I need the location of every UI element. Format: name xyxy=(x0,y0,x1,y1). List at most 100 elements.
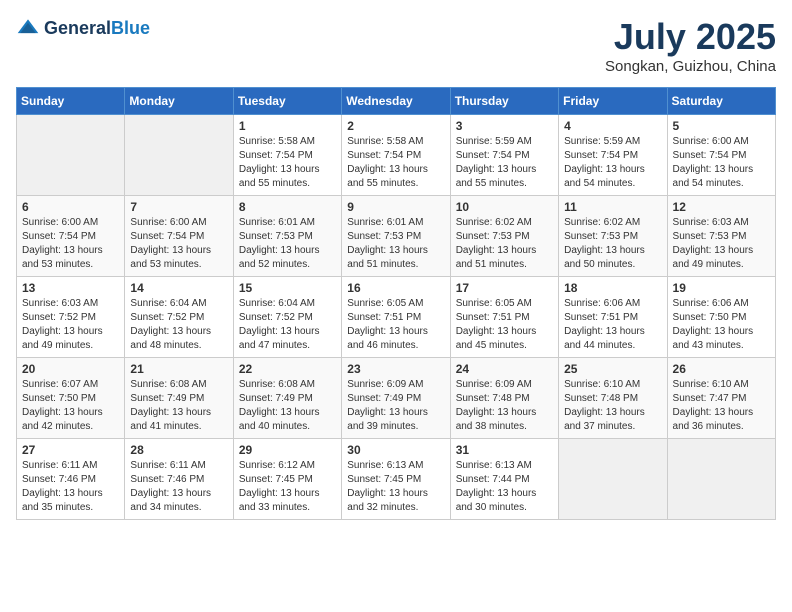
day-info: Sunrise: 6:09 AM Sunset: 7:49 PM Dayligh… xyxy=(347,378,444,434)
calendar-cell: 29 Sunrise: 6:12 AM Sunset: 7:45 PM Dayl… xyxy=(233,439,341,520)
day-info: Sunrise: 6:01 AM Sunset: 7:53 PM Dayligh… xyxy=(239,216,336,272)
sunset-text: Sunset: 7:54 PM xyxy=(239,150,313,161)
day-info: Sunrise: 6:02 AM Sunset: 7:53 PM Dayligh… xyxy=(456,216,553,272)
sunrise-text: Sunrise: 6:02 AM xyxy=(456,217,532,228)
sunrise-text: Sunrise: 6:00 AM xyxy=(673,136,749,147)
daylight-text: Daylight: 13 hours and 36 minutes. xyxy=(673,407,754,432)
calendar-cell: 6 Sunrise: 6:00 AM Sunset: 7:54 PM Dayli… xyxy=(17,196,125,277)
day-number: 16 xyxy=(347,281,444,295)
location-title: Songkan, Guizhou, China xyxy=(605,58,776,75)
sunset-text: Sunset: 7:49 PM xyxy=(239,393,313,404)
calendar-cell: 25 Sunrise: 6:10 AM Sunset: 7:48 PM Dayl… xyxy=(559,358,667,439)
calendar-cell: 26 Sunrise: 6:10 AM Sunset: 7:47 PM Dayl… xyxy=(667,358,775,439)
weekday-header-monday: Monday xyxy=(125,88,233,115)
day-info: Sunrise: 6:05 AM Sunset: 7:51 PM Dayligh… xyxy=(456,297,553,353)
calendar-week-row: 27 Sunrise: 6:11 AM Sunset: 7:46 PM Dayl… xyxy=(17,439,776,520)
calendar-header-row: SundayMondayTuesdayWednesdayThursdayFrid… xyxy=(17,88,776,115)
sunrise-text: Sunrise: 6:11 AM xyxy=(130,460,205,471)
day-number: 23 xyxy=(347,362,444,376)
sunrise-text: Sunrise: 5:58 AM xyxy=(239,136,315,147)
sunset-text: Sunset: 7:54 PM xyxy=(347,150,421,161)
weekday-header-friday: Friday xyxy=(559,88,667,115)
day-number: 2 xyxy=(347,119,444,133)
logo: GeneralBlue xyxy=(16,16,150,40)
calendar-cell: 30 Sunrise: 6:13 AM Sunset: 7:45 PM Dayl… xyxy=(342,439,450,520)
sunset-text: Sunset: 7:45 PM xyxy=(347,474,421,485)
sunset-text: Sunset: 7:50 PM xyxy=(22,393,96,404)
logo-text-blue: Blue xyxy=(111,18,150,38)
calendar-cell: 22 Sunrise: 6:08 AM Sunset: 7:49 PM Dayl… xyxy=(233,358,341,439)
day-number: 14 xyxy=(130,281,227,295)
day-number: 19 xyxy=(673,281,770,295)
day-info: Sunrise: 6:04 AM Sunset: 7:52 PM Dayligh… xyxy=(130,297,227,353)
daylight-text: Daylight: 13 hours and 48 minutes. xyxy=(130,326,211,351)
calendar-cell: 11 Sunrise: 6:02 AM Sunset: 7:53 PM Dayl… xyxy=(559,196,667,277)
daylight-text: Daylight: 13 hours and 43 minutes. xyxy=(673,326,754,351)
sunrise-text: Sunrise: 6:01 AM xyxy=(347,217,423,228)
calendar-cell: 31 Sunrise: 6:13 AM Sunset: 7:44 PM Dayl… xyxy=(450,439,558,520)
calendar-cell xyxy=(559,439,667,520)
day-info: Sunrise: 6:00 AM Sunset: 7:54 PM Dayligh… xyxy=(22,216,119,272)
sunset-text: Sunset: 7:51 PM xyxy=(564,312,638,323)
sunrise-text: Sunrise: 6:09 AM xyxy=(456,379,532,390)
day-info: Sunrise: 6:06 AM Sunset: 7:51 PM Dayligh… xyxy=(564,297,661,353)
daylight-text: Daylight: 13 hours and 54 minutes. xyxy=(564,164,645,189)
day-number: 31 xyxy=(456,443,553,457)
sunset-text: Sunset: 7:52 PM xyxy=(239,312,313,323)
sunrise-text: Sunrise: 6:00 AM xyxy=(22,217,98,228)
month-title: July 2025 xyxy=(605,16,776,58)
sunrise-text: Sunrise: 6:03 AM xyxy=(673,217,749,228)
sunrise-text: Sunrise: 6:10 AM xyxy=(564,379,640,390)
calendar-cell: 1 Sunrise: 5:58 AM Sunset: 7:54 PM Dayli… xyxy=(233,115,341,196)
sunrise-text: Sunrise: 6:05 AM xyxy=(347,298,423,309)
page-header: GeneralBlue July 2025 Songkan, Guizhou, … xyxy=(16,16,776,75)
day-info: Sunrise: 6:10 AM Sunset: 7:47 PM Dayligh… xyxy=(673,378,770,434)
sunrise-text: Sunrise: 6:08 AM xyxy=(130,379,206,390)
sunset-text: Sunset: 7:53 PM xyxy=(564,231,638,242)
day-info: Sunrise: 6:00 AM Sunset: 7:54 PM Dayligh… xyxy=(673,135,770,191)
sunrise-text: Sunrise: 5:59 AM xyxy=(564,136,640,147)
calendar-cell xyxy=(17,115,125,196)
day-info: Sunrise: 6:06 AM Sunset: 7:50 PM Dayligh… xyxy=(673,297,770,353)
day-number: 10 xyxy=(456,200,553,214)
sunrise-text: Sunrise: 6:01 AM xyxy=(239,217,315,228)
day-number: 17 xyxy=(456,281,553,295)
daylight-text: Daylight: 13 hours and 42 minutes. xyxy=(22,407,103,432)
calendar-cell: 19 Sunrise: 6:06 AM Sunset: 7:50 PM Dayl… xyxy=(667,277,775,358)
day-info: Sunrise: 6:08 AM Sunset: 7:49 PM Dayligh… xyxy=(130,378,227,434)
day-number: 13 xyxy=(22,281,119,295)
daylight-text: Daylight: 13 hours and 33 minutes. xyxy=(239,488,320,513)
day-number: 22 xyxy=(239,362,336,376)
sunrise-text: Sunrise: 6:00 AM xyxy=(130,217,206,228)
sunrise-text: Sunrise: 6:04 AM xyxy=(130,298,206,309)
daylight-text: Daylight: 13 hours and 55 minutes. xyxy=(456,164,537,189)
day-number: 15 xyxy=(239,281,336,295)
day-number: 4 xyxy=(564,119,661,133)
day-number: 12 xyxy=(673,200,770,214)
daylight-text: Daylight: 13 hours and 34 minutes. xyxy=(130,488,211,513)
calendar-cell xyxy=(125,115,233,196)
calendar-cell: 21 Sunrise: 6:08 AM Sunset: 7:49 PM Dayl… xyxy=(125,358,233,439)
day-info: Sunrise: 6:11 AM Sunset: 7:46 PM Dayligh… xyxy=(22,459,119,515)
calendar-cell: 24 Sunrise: 6:09 AM Sunset: 7:48 PM Dayl… xyxy=(450,358,558,439)
weekday-header-saturday: Saturday xyxy=(667,88,775,115)
title-block: July 2025 Songkan, Guizhou, China xyxy=(605,16,776,75)
day-number: 18 xyxy=(564,281,661,295)
day-info: Sunrise: 6:08 AM Sunset: 7:49 PM Dayligh… xyxy=(239,378,336,434)
calendar-cell: 23 Sunrise: 6:09 AM Sunset: 7:49 PM Dayl… xyxy=(342,358,450,439)
daylight-text: Daylight: 13 hours and 41 minutes. xyxy=(130,407,211,432)
calendar-week-row: 20 Sunrise: 6:07 AM Sunset: 7:50 PM Dayl… xyxy=(17,358,776,439)
daylight-text: Daylight: 13 hours and 55 minutes. xyxy=(239,164,320,189)
sunrise-text: Sunrise: 6:11 AM xyxy=(22,460,97,471)
sunset-text: Sunset: 7:52 PM xyxy=(130,312,204,323)
day-info: Sunrise: 6:03 AM Sunset: 7:53 PM Dayligh… xyxy=(673,216,770,272)
weekday-header-tuesday: Tuesday xyxy=(233,88,341,115)
daylight-text: Daylight: 13 hours and 52 minutes. xyxy=(239,245,320,270)
day-info: Sunrise: 6:12 AM Sunset: 7:45 PM Dayligh… xyxy=(239,459,336,515)
sunset-text: Sunset: 7:53 PM xyxy=(456,231,530,242)
calendar-cell: 28 Sunrise: 6:11 AM Sunset: 7:46 PM Dayl… xyxy=(125,439,233,520)
sunset-text: Sunset: 7:45 PM xyxy=(239,474,313,485)
daylight-text: Daylight: 13 hours and 54 minutes. xyxy=(673,164,754,189)
day-number: 24 xyxy=(456,362,553,376)
sunrise-text: Sunrise: 6:13 AM xyxy=(456,460,532,471)
